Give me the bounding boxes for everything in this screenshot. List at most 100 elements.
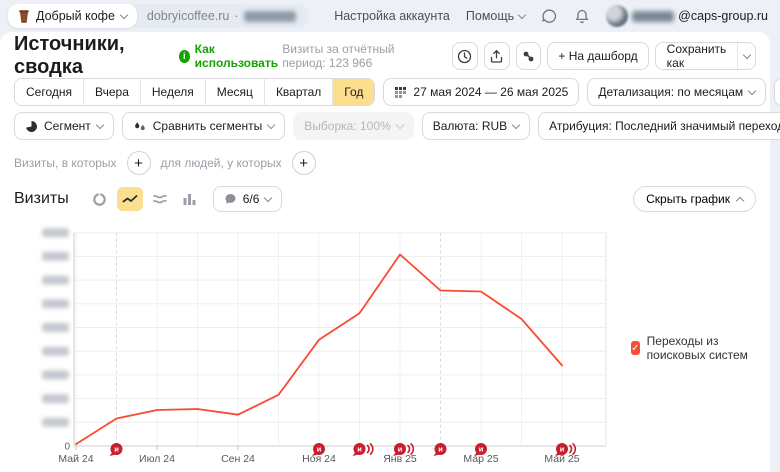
sampling-value: Выборка: 100% bbox=[304, 119, 390, 133]
page-title: Источники, сводка bbox=[14, 33, 167, 79]
chart-type-toggle bbox=[87, 187, 203, 211]
counter-info[interactable]: dobryicoffee.ru · bbox=[137, 9, 308, 23]
account-settings-link[interactable]: Настройка аккаунта bbox=[334, 9, 450, 23]
period-tab-квартал[interactable]: Квартал bbox=[265, 79, 333, 105]
hide-chart-label: Скрыть график bbox=[646, 192, 730, 206]
chevron-down-icon bbox=[748, 86, 756, 94]
coffee-cup-icon bbox=[18, 9, 30, 23]
detail-dropdown[interactable]: Детализация: по месяцам bbox=[587, 78, 766, 106]
compare-segments-label: Сравнить сегменты bbox=[153, 119, 263, 133]
svg-text:0: 0 bbox=[64, 442, 70, 453]
date-range-button[interactable]: 27 мая 2024 — 26 мая 2025 bbox=[383, 78, 579, 106]
period-tab-неделя[interactable]: Неделя bbox=[141, 79, 206, 105]
annotation-marker[interactable]: и bbox=[110, 443, 123, 456]
how-to-use-label: Как использовать bbox=[195, 42, 283, 70]
chart-title: Визиты bbox=[14, 190, 69, 208]
chevron-down-icon bbox=[96, 120, 104, 128]
avatar bbox=[606, 5, 628, 27]
annotation-marker[interactable]: и bbox=[353, 443, 373, 456]
annotations-button[interactable]: 6/6 bbox=[213, 186, 283, 212]
sampling-dropdown: Выборка: 100% bbox=[293, 112, 413, 140]
chevron-down-icon bbox=[395, 120, 403, 128]
chevron-down-icon bbox=[264, 193, 272, 201]
how-to-use-link[interactable]: i Как использовать bbox=[179, 42, 282, 70]
two-dots-icon bbox=[521, 49, 536, 64]
currency-dropdown[interactable]: Валюта: RUB bbox=[422, 112, 530, 140]
annotation-marker[interactable]: и bbox=[434, 443, 447, 456]
data-mode-dropdown[interactable]: Данные: с роботами bbox=[774, 78, 780, 106]
comment-bubble-icon bbox=[224, 193, 237, 205]
export-icon bbox=[489, 49, 504, 64]
chevron-down-icon bbox=[512, 120, 520, 128]
attribution-dropdown[interactable]: Атрибуция: Последний значимый переход кд bbox=[538, 112, 780, 140]
hide-chart-button[interactable]: Скрыть график bbox=[633, 186, 756, 212]
date-range-value: 27 мая 2024 — 26 мая 2025 bbox=[413, 85, 568, 99]
project-selector[interactable]: Добрый кофе bbox=[8, 4, 137, 28]
notifications-bell-icon[interactable] bbox=[574, 8, 590, 25]
svg-text:Май 24: Май 24 bbox=[58, 453, 93, 465]
detail-value: Детализация: по месяцам bbox=[598, 85, 743, 99]
email-prefix-redacted bbox=[632, 11, 674, 22]
svg-text:и: и bbox=[560, 445, 565, 454]
svg-text:и: и bbox=[438, 445, 443, 454]
user-account[interactable]: @caps-group.ru bbox=[606, 5, 768, 27]
legend-label: Переходы из поисковых систем bbox=[647, 334, 756, 362]
line-chart-icon[interactable] bbox=[117, 187, 143, 211]
svg-text:и: и bbox=[479, 445, 484, 454]
clock-icon bbox=[457, 49, 472, 64]
pie-chart-icon[interactable] bbox=[87, 187, 113, 211]
segment-label: Сегмент bbox=[44, 119, 91, 133]
counter-site: dobryicoffee.ru bbox=[147, 9, 229, 23]
help-label: Помощь bbox=[466, 9, 514, 23]
metrics-button[interactable] bbox=[516, 42, 542, 70]
chevron-down-icon bbox=[518, 10, 526, 18]
currency-value: Валюта: RUB bbox=[433, 119, 507, 133]
chart-area: 0Май 24Июл 24Сен 24Ноя 24Янв 25Мар 25Май… bbox=[14, 216, 756, 468]
history-button[interactable] bbox=[452, 42, 478, 70]
stacked-area-icon[interactable] bbox=[147, 187, 173, 211]
save-as-split-button: Сохранить как bbox=[655, 42, 756, 70]
chevron-up-icon bbox=[736, 196, 744, 204]
period-tabs: СегодняВчераНеделяМесяцКварталГод bbox=[14, 78, 375, 106]
attribution-value: Атрибуция: Последний значимый переход bbox=[549, 119, 780, 133]
annotation-marker[interactable]: и bbox=[393, 443, 413, 456]
info-icon: i bbox=[179, 50, 190, 63]
period-tab-вчера[interactable]: Вчера bbox=[84, 79, 141, 105]
email-domain: @caps-group.ru bbox=[678, 9, 768, 23]
svg-text:Сен 24: Сен 24 bbox=[221, 453, 255, 465]
chevron-down-icon bbox=[120, 10, 128, 18]
segment-pie-icon bbox=[25, 120, 38, 133]
svg-text:Июл 24: Июл 24 bbox=[139, 453, 175, 465]
add-visits-filter-button[interactable]: + bbox=[127, 151, 151, 175]
save-as-dropdown-button[interactable] bbox=[737, 43, 755, 69]
svg-text:и: и bbox=[317, 445, 322, 454]
add-to-dashboard-button[interactable]: + На дашборд bbox=[547, 42, 648, 70]
save-as-button[interactable]: Сохранить как bbox=[656, 43, 738, 69]
segment-dropdown[interactable]: Сегмент bbox=[14, 112, 114, 140]
period-tab-год[interactable]: Год bbox=[333, 79, 374, 105]
project-name: Добрый кофе bbox=[36, 9, 115, 23]
counter-separator: · bbox=[234, 9, 238, 23]
period-tab-месяц[interactable]: Месяц bbox=[206, 79, 265, 105]
project-selector-group: Добрый кофе dobryicoffee.ru · bbox=[8, 4, 308, 28]
report-card: Источники, сводка i Как использовать Виз… bbox=[0, 32, 770, 472]
svg-text:и: и bbox=[114, 445, 119, 454]
visits-filter-label: Визиты, в которых bbox=[14, 156, 117, 170]
counter-id-redacted bbox=[244, 11, 296, 22]
legend-checkbox-checked[interactable]: ✓ bbox=[631, 341, 640, 355]
svg-text:и: и bbox=[357, 445, 362, 454]
compare-drops-icon bbox=[133, 120, 147, 133]
annotations-count: 6/6 bbox=[243, 192, 260, 206]
histogram-icon[interactable] bbox=[177, 187, 203, 211]
help-menu[interactable]: Помощь bbox=[466, 9, 525, 23]
export-button[interactable] bbox=[484, 42, 510, 70]
feedback-chat-icon[interactable] bbox=[541, 8, 558, 25]
add-people-filter-button[interactable]: + bbox=[292, 151, 316, 175]
legend-item-search-traffic[interactable]: ✓ Переходы из поисковых систем bbox=[631, 334, 756, 362]
calendar-icon bbox=[394, 86, 407, 99]
people-filter-label: для людей, у которых bbox=[161, 156, 282, 170]
period-tab-сегодня[interactable]: Сегодня bbox=[15, 79, 84, 105]
compare-segments-dropdown[interactable]: Сравнить сегменты bbox=[122, 112, 286, 140]
annotation-marker[interactable]: и bbox=[555, 443, 575, 456]
visits-period-summary: Визиты за отчётный период: 123 966 bbox=[282, 42, 440, 70]
